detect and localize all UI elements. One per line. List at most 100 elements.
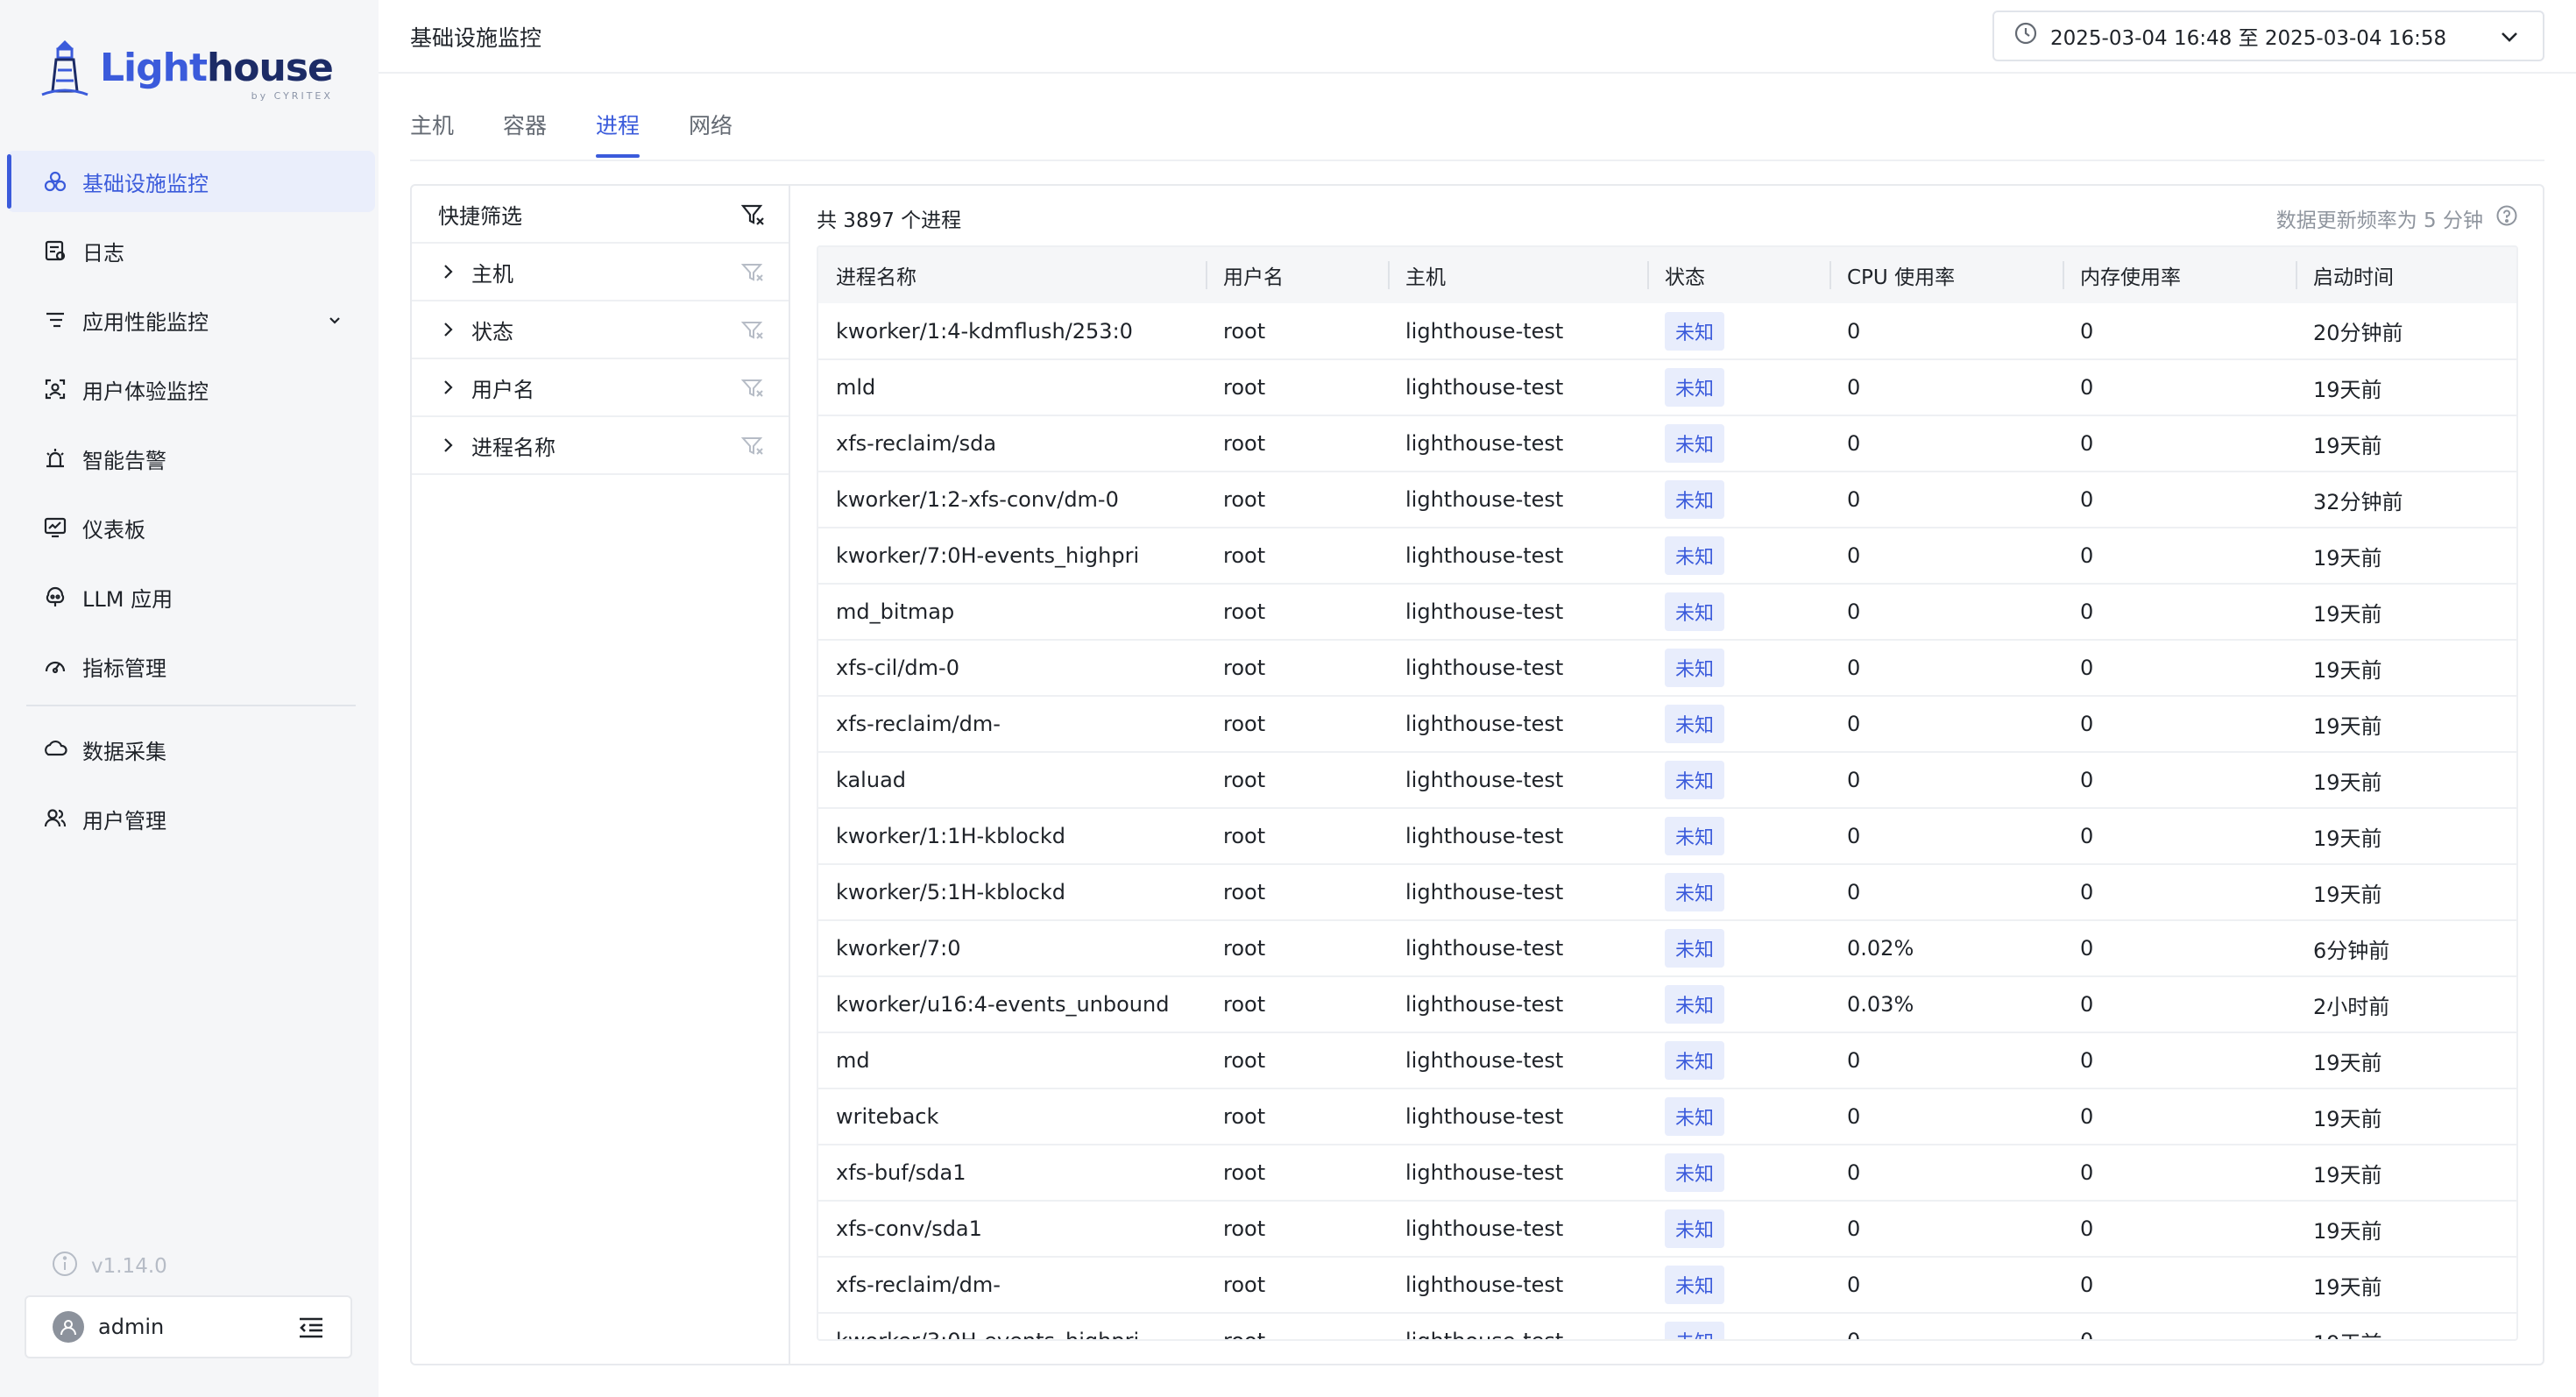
sidebar-item-alarm[interactable]: 智能告警 bbox=[7, 428, 375, 489]
table-row[interactable]: md root lighthouse-test 未知 0 0 19天前 bbox=[818, 1032, 2516, 1089]
column-header[interactable]: 用户名 bbox=[1206, 247, 1388, 303]
clear-filter-icon[interactable] bbox=[740, 378, 766, 404]
sidebar-item-label: 指标管理 bbox=[82, 656, 166, 681]
sidebar-item-llm[interactable]: LLM 应用 bbox=[7, 566, 375, 628]
cell-host: lighthouse-test bbox=[1405, 1329, 1564, 1341]
metrics-icon bbox=[42, 653, 68, 679]
cell-process-name: md bbox=[836, 1048, 870, 1073]
cell-host: lighthouse-test bbox=[1405, 768, 1564, 792]
table-row[interactable]: kworker/u16:4-events_unbound root lighthou… bbox=[818, 976, 2516, 1032]
sidebar-item-infrastructure[interactable]: 基础设施监控 bbox=[7, 151, 375, 212]
column-header[interactable]: 启动时间 bbox=[2296, 247, 2516, 303]
sidebar-divider bbox=[26, 705, 356, 706]
table-row[interactable]: xfs-reclaim/dm-root lighthouse-test 未知 0 0 19… bbox=[818, 696, 2516, 752]
time-range-picker[interactable]: 2025-03-04 16:48 至 2025-03-04 16:58 bbox=[1992, 11, 2544, 61]
cell-start-time: 32分钟前 bbox=[2313, 489, 2403, 514]
alarm-icon bbox=[42, 445, 68, 472]
cell-memory: 0 bbox=[2080, 1329, 2094, 1341]
table-row[interactable]: xfs-buf/sda1 root lighthouse-test 未知 0 0 19天前 bbox=[818, 1145, 2516, 1201]
clear-filter-icon[interactable] bbox=[740, 262, 766, 288]
cell-host: lighthouse-test bbox=[1405, 656, 1564, 680]
column-header[interactable]: 主机 bbox=[1388, 247, 1647, 303]
table-row[interactable]: kworker/5:1H-kblockd root lighthouse-test 未… bbox=[818, 864, 2516, 920]
table-row[interactable]: xfs-reclaim/sda root lighthouse-test 未知 0 0 19… bbox=[818, 415, 2516, 472]
cell-username: root bbox=[1223, 375, 1266, 400]
avatar[interactable] bbox=[53, 1311, 84, 1343]
chevron-right-icon bbox=[440, 379, 456, 396]
help-icon[interactable] bbox=[2495, 204, 2518, 232]
table-row[interactable]: kworker/7:0H-events_highpri root lighthous… bbox=[818, 528, 2516, 584]
cell-status: 未知 bbox=[1647, 584, 1829, 640]
llm-icon bbox=[42, 584, 68, 610]
table-row[interactable]: xfs-reclaim/dm-root lighthouse-test 未知 0 0 19… bbox=[818, 1257, 2516, 1313]
collapse-sidebar-icon[interactable] bbox=[298, 1316, 324, 1344]
refresh-rate-note: 数据更新频率为 5 分钟 bbox=[2276, 203, 2518, 233]
filter-group-status[interactable]: 状态 bbox=[412, 301, 789, 359]
column-header[interactable]: 进程名称 bbox=[818, 247, 1206, 303]
column-header[interactable]: CPU 使用率 bbox=[1829, 247, 2063, 303]
sidebar-item-label: 日志 bbox=[82, 240, 124, 266]
status-badge: 未知 bbox=[1665, 480, 1725, 519]
table-row[interactable]: kworker/1:4-kdmflush/253:0 root lighthouse… bbox=[818, 303, 2516, 359]
table-row[interactable]: xfs-cil/dm-0 root lighthouse-test 未知 0 0 19天前 bbox=[818, 640, 2516, 696]
table-row[interactable]: kworker/1:2-xfs-conv/dm-0 root lighthouse-… bbox=[818, 472, 2516, 528]
cell-status: 未知 bbox=[1647, 303, 1829, 359]
table-row[interactable]: xfs-conv/sda1 root lighthouse-test 未知 0 0 19天前 bbox=[818, 1201, 2516, 1257]
tab-network[interactable]: 网络 bbox=[689, 109, 732, 158]
sidebar-item-apm[interactable]: 应用性能监控 bbox=[7, 289, 375, 351]
logo[interactable]: Lighthouse by CYRITEX bbox=[39, 33, 334, 103]
sidebar-item-user-management[interactable]: 用户管理 bbox=[7, 788, 375, 849]
cell-cpu: 0 bbox=[1847, 1048, 1861, 1073]
cell-cpu: 0 bbox=[1847, 487, 1861, 512]
cell-process-name: kworker/5:1H-kblockd bbox=[836, 880, 1065, 904]
cell-cpu: 0 bbox=[1847, 431, 1861, 456]
user-menu[interactable]: admin bbox=[25, 1295, 352, 1358]
status-badge: 未知 bbox=[1665, 592, 1725, 631]
table-row[interactable]: kaluad root lighthouse-test 未知 0 0 19天前 bbox=[818, 752, 2516, 808]
cell-host: lighthouse-test bbox=[1405, 880, 1564, 904]
user-management-icon bbox=[42, 805, 68, 832]
sidebar-item-label: 用户管理 bbox=[82, 808, 166, 833]
filter-group-label: 用户名 bbox=[471, 377, 534, 402]
process-count: 共 3897 个进程 bbox=[817, 209, 962, 232]
table-row[interactable]: writeback root lighthouse-test 未知 0 0 19天前 bbox=[818, 1089, 2516, 1145]
cell-process-name: writeback bbox=[836, 1104, 939, 1129]
table-row[interactable]: kworker/7:0 root lighthouse-test 未知 0.02% 0 6分… bbox=[818, 920, 2516, 976]
table-row[interactable]: kworker/1:1H-kblockd root lighthouse-test 未… bbox=[818, 808, 2516, 864]
sidebar-item-dashboard[interactable]: 仪表板 bbox=[7, 497, 375, 558]
tab-host[interactable]: 主机 bbox=[410, 109, 454, 158]
filter-group-label: 进程名称 bbox=[471, 435, 556, 460]
status-badge: 未知 bbox=[1665, 817, 1725, 855]
sidebar-item-user-experience[interactable]: 用户体验监控 bbox=[7, 358, 375, 420]
table-row[interactable]: kworker/3:0H-events_highpri root lighthous… bbox=[818, 1313, 2516, 1341]
cell-username: root bbox=[1223, 712, 1266, 736]
table-row[interactable]: md_bitmap root lighthouse-test 未知 0 0 19天前 bbox=[818, 584, 2516, 640]
filter-group-host[interactable]: 主机 bbox=[412, 244, 789, 301]
clear-filter-icon[interactable] bbox=[740, 203, 766, 231]
table-row[interactable]: mld root lighthouse-test 未知 0 0 19天前 bbox=[818, 359, 2516, 415]
cell-cpu: 0 bbox=[1847, 880, 1861, 904]
chevron-down-icon[interactable] bbox=[326, 310, 343, 335]
cell-username: root bbox=[1223, 824, 1266, 848]
clear-filter-icon[interactable] bbox=[740, 436, 766, 462]
column-header[interactable]: 状态 bbox=[1647, 247, 1829, 303]
filter-group-process-name[interactable]: 进程名称 bbox=[412, 417, 789, 475]
tab-process[interactable]: 进程 bbox=[596, 109, 640, 158]
lighthouse-logo-icon bbox=[41, 40, 88, 96]
tab-container[interactable]: 容器 bbox=[503, 109, 547, 158]
column-header[interactable]: 内存使用率 bbox=[2063, 247, 2296, 303]
filter-group-username[interactable]: 用户名 bbox=[412, 359, 789, 417]
cell-cpu: 0 bbox=[1847, 375, 1861, 400]
sidebar-item-metrics[interactable]: 指标管理 bbox=[7, 635, 375, 697]
cell-process-name: kworker/1:2-xfs-conv/dm-0 bbox=[836, 487, 1119, 512]
logo-house: house bbox=[206, 46, 334, 90]
status-badge: 未知 bbox=[1665, 424, 1725, 463]
clear-filter-icon[interactable] bbox=[740, 320, 766, 346]
sidebar-item-log[interactable]: 日志 bbox=[7, 220, 375, 281]
cell-host: lighthouse-test bbox=[1405, 936, 1564, 961]
cell-memory: 0 bbox=[2080, 936, 2094, 961]
cell-status: 未知 bbox=[1647, 1313, 1829, 1339]
sidebar-item-data-collection[interactable]: 数据采集 bbox=[7, 719, 375, 780]
cell-host: lighthouse-test bbox=[1405, 318, 1564, 344]
cell-start-time: 19天前 bbox=[2313, 1162, 2382, 1188]
